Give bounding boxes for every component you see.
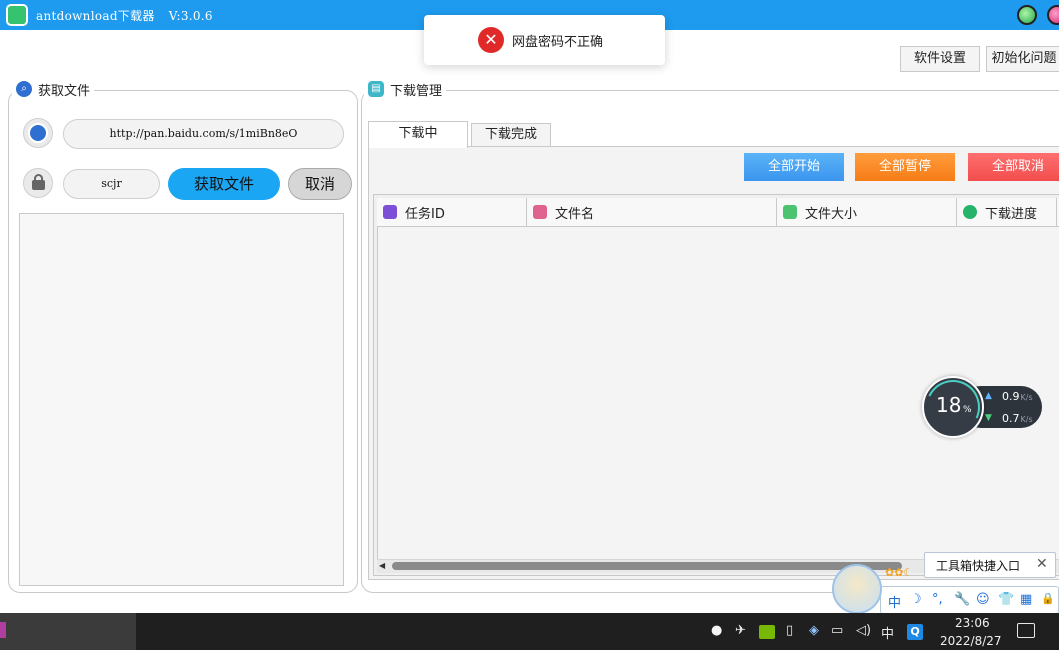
usage-percent: 18 [936,393,962,417]
ime-tooltip-text: 工具箱快捷入口 [936,559,1021,573]
usb-icon[interactable]: ▯ [786,623,793,638]
grid-icon[interactable]: ▦ [1020,592,1032,607]
init-problem-button[interactable]: 初始化问题 [986,46,1059,72]
moon-icon[interactable]: ☽ [910,592,922,607]
taskbar-app-icon [0,622,6,638]
upload-speed-value: 0.9 [1002,390,1020,403]
smile-icon[interactable]: ☺ [976,592,990,607]
ime-avatar[interactable] [832,564,882,614]
column-header-progress[interactable]: 下载进度 [957,198,1057,226]
lock-icon[interactable]: 🔒 [1041,592,1055,605]
error-x-icon: ✕ [478,27,504,53]
taskbar [0,613,1059,650]
usage-percent-sign: % [963,405,972,415]
upload-speed: 0.9K/s [1002,390,1033,403]
speed-unit: K/s [1020,415,1033,424]
column-header-filesize[interactable]: 文件大小 [777,198,957,226]
tray-ime-indicator[interactable]: 中 [881,623,894,642]
column-label: 下载进度 [985,206,1038,222]
q-app-icon[interactable]: Q [907,624,923,640]
clipboard-icon: ▤ [368,81,384,97]
nvidia-icon[interactable] [759,625,775,639]
start-all-button[interactable]: 全部开始 [744,153,844,181]
app-name: antdownload下载器 [36,9,155,23]
fetch-file-button[interactable]: 获取文件 [168,168,280,200]
scrollbar-thumb[interactable] [392,562,902,570]
lock-icon [23,168,53,198]
volume-icon[interactable]: ◁) [856,623,871,638]
fetch-file-legend: ⌕ 获取文件 [12,81,95,99]
edit-icon [383,205,397,219]
tab-downloading[interactable]: 下载中 [368,121,468,148]
window-title: antdownload下载器 V:3.0.6 [36,7,227,24]
search-icon: ⌕ [16,81,32,97]
notification-icon[interactable] [1017,623,1035,638]
column-label: 文件大小 [805,206,858,222]
table-header: 任务ID 文件名 文件大小 下载进度 [377,198,1059,227]
download-speed: 0.7K/s [1002,412,1033,425]
error-toast: ✕ 网盘密码不正确 [424,15,665,65]
column-header-filename[interactable]: 文件名 [527,198,777,226]
qq-icon[interactable]: ● [711,623,722,638]
punctuation-icon[interactable]: °, [932,592,943,607]
taskbar-app-button[interactable] [0,613,136,650]
close-icon[interactable]: ✕ [1036,556,1048,572]
flower-decoration-icon: ✿✿☾ [885,566,914,579]
cancel-button[interactable]: 取消 [288,168,352,200]
clock-date[interactable]: 2022/8/27 [940,634,1002,648]
file-icon [533,205,547,219]
column-label: 任务ID [405,206,445,222]
shirt-icon[interactable]: 👕 [998,592,1014,607]
check-icon [963,205,977,219]
fetch-file-title: 获取文件 [38,83,91,99]
satellite-icon[interactable]: ✈ [735,623,746,638]
file-tree-panel[interactable] [19,213,344,586]
speed-unit: K/s [1020,393,1033,402]
password-input[interactable]: scjr [63,169,160,199]
app-logo-icon [6,4,28,26]
pause-all-button[interactable]: 全部暂停 [855,153,955,181]
globe-icon [23,118,53,148]
upload-arrow-icon: ▲ [985,391,992,401]
shield-icon[interactable]: ◈ [809,623,819,638]
column-header-task-id[interactable]: 任务ID [377,198,527,226]
column-label: 文件名 [555,206,595,222]
clock-time[interactable]: 23:06 [955,616,990,630]
settings-button[interactable]: 软件设置 [900,46,980,72]
wrench-icon[interactable]: 🔧 [954,592,970,607]
ime-mode-toggle[interactable]: 中 [888,592,901,611]
network-icon[interactable]: ▭ [831,623,843,638]
download-manager-title: 下载管理 [390,83,443,99]
download-manager-legend: ▤ 下载管理 [364,81,447,99]
cancel-all-button[interactable]: 全部取消 [968,153,1059,181]
tab-completed[interactable]: 下载完成 [471,123,551,147]
download-speed-value: 0.7 [1002,412,1020,425]
download-arrow-icon: ▼ [985,413,992,423]
minimize-button[interactable] [1017,5,1037,25]
share-url-input[interactable]: http://pan.baidu.com/s/1miBn8eO [63,119,344,149]
toast-message: 网盘密码不正确 [512,35,604,50]
app-version: V:3.0.6 [168,9,213,23]
scroll-left-arrow-icon[interactable]: ◀ [379,561,389,571]
android-icon [783,205,797,219]
